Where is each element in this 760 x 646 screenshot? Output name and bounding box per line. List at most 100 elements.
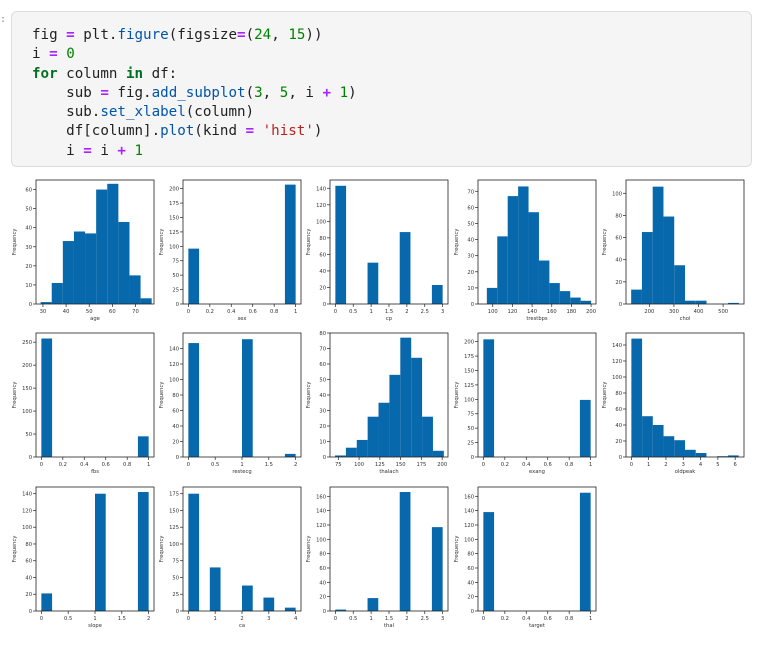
- histogram-bar: [378, 402, 390, 457]
- histogram-bar: [631, 338, 643, 457]
- y-tick-label: 20: [467, 270, 474, 276]
- x-tick-label: 0.6: [102, 462, 110, 468]
- y-axis-label: Frequency: [159, 229, 165, 256]
- histogram-bar: [549, 283, 560, 304]
- y-tick-label: 60: [25, 559, 32, 565]
- x-tick-label: 2: [405, 309, 408, 315]
- x-tick-label: 1.5: [265, 462, 273, 468]
- y-tick-label: 100: [169, 244, 179, 250]
- y-tick-label: 40: [615, 258, 622, 264]
- y-tick-label: 80: [615, 391, 622, 397]
- y-tick-label: 120: [22, 508, 32, 514]
- y-tick-label: 75: [172, 259, 179, 265]
- histogram-bar: [559, 291, 571, 304]
- histogram-bar: [652, 186, 664, 304]
- x-tick-label: 0: [482, 616, 485, 622]
- axes-frame: [329, 486, 449, 612]
- y-tick-label: 100: [316, 537, 326, 543]
- y-tick-label: 80: [172, 393, 179, 399]
- y-tick-label: 150: [464, 368, 474, 374]
- y-axis-label: Frequency: [306, 536, 312, 563]
- histogram-bar: [242, 339, 253, 457]
- y-tick-label: 40: [467, 238, 474, 244]
- histogram-exang: 0 25 50 75 100 125 150 175 200 0 0.2 0.4 0.6 0.8 1 exan…: [454, 332, 597, 475]
- histogram-bar: [507, 196, 519, 304]
- y-tick-label: 80: [467, 552, 474, 558]
- x-tick-label: 150: [396, 462, 406, 468]
- x-tick-label: 2.5: [421, 309, 429, 315]
- histogram-bar: [432, 450, 444, 457]
- y-tick-label: 0: [176, 609, 179, 615]
- y-axis-label: Frequency: [306, 382, 312, 409]
- histogram-bar: [674, 265, 685, 304]
- x-tick-label: 50: [86, 309, 93, 315]
- histogram-bar: [570, 297, 581, 304]
- histogram-bar: [41, 593, 53, 611]
- x-axis-label: age: [90, 316, 100, 322]
- y-tick-label: 50: [319, 378, 326, 384]
- histogram-bar: [209, 567, 221, 611]
- y-tick-label: 200: [464, 340, 474, 346]
- histogram-target: 0 20 40 60 80 100 120 140 160 0 0.2 0.4 0.6 0.8 1 targe…: [454, 486, 597, 629]
- x-tick-label: 0.8: [565, 616, 573, 622]
- y-tick-label: 20: [319, 595, 326, 601]
- x-axis-label: cp: [386, 316, 393, 322]
- x-tick-label: 30: [40, 309, 47, 315]
- histogram-bar: [140, 298, 152, 304]
- histogram-thal: 0 20 40 60 80 100 120 140 160 0 0.5 1 1.5 2 2.5 3 thal Fr…: [306, 486, 449, 629]
- x-tick-label: 0.2: [501, 616, 509, 622]
- y-tick-label: 250: [22, 340, 32, 346]
- x-tick-label: 300: [669, 309, 679, 315]
- y-tick-label: 60: [319, 566, 326, 572]
- x-tick-label: 175: [416, 462, 426, 468]
- y-tick-label: 10: [25, 283, 32, 289]
- y-tick-label: 80: [319, 236, 326, 242]
- y-axis-label: Frequency: [12, 229, 18, 256]
- histogram-bar: [579, 399, 591, 457]
- histogram-age: 0 10 20 30 40 50 60 30 40 50 60 70 age Frequency: [12, 179, 155, 322]
- y-tick-label: 60: [172, 409, 179, 415]
- histogram-bar: [695, 300, 707, 304]
- x-tick-label: 0: [334, 616, 337, 622]
- y-tick-label: 100: [169, 542, 179, 548]
- y-tick-label: 25: [467, 441, 474, 447]
- x-axis-label: restecg: [232, 469, 251, 475]
- y-tick-label: 60: [467, 205, 474, 211]
- y-tick-label: 40: [25, 575, 32, 581]
- y-axis-label: Frequency: [159, 382, 165, 409]
- x-axis-label: exang: [529, 469, 545, 475]
- histogram-slope: 0 20 40 60 80 100 120 140 0 0.5 1 1.5 2 slope Frequenc…: [12, 486, 155, 629]
- y-tick-label: 40: [467, 580, 474, 586]
- x-tick-label: 1: [214, 616, 217, 622]
- y-tick-label: 160: [464, 494, 474, 500]
- x-axis-label: thalach: [379, 469, 398, 475]
- y-tick-label: 30: [25, 245, 32, 251]
- y-tick-label: 140: [612, 343, 622, 349]
- histogram-bar: [580, 300, 592, 304]
- x-tick-label: 3: [441, 616, 444, 622]
- y-tick-label: 60: [25, 188, 32, 194]
- y-axis-label: Frequency: [12, 382, 18, 409]
- histogram-bar: [129, 275, 141, 304]
- x-tick-label: 70: [132, 309, 139, 315]
- x-tick-label: 0.6: [249, 309, 257, 315]
- histogram-sex: 0 25 50 75 100 125 150 175 200 0 0.2 0.4 0.6 0.8 1 sex F…: [159, 179, 302, 322]
- x-tick-label: 200: [586, 309, 596, 315]
- y-tick-label: 0: [323, 302, 326, 308]
- y-tick-label: 75: [172, 559, 179, 565]
- histogram-bar: [51, 283, 63, 304]
- y-tick-label: 50: [172, 273, 179, 279]
- y-tick-label: 20: [467, 595, 474, 601]
- x-tick-label: 200: [437, 462, 447, 468]
- y-tick-label: 0: [29, 302, 32, 308]
- histogram-bar: [389, 374, 401, 457]
- y-tick-label: 70: [319, 347, 326, 353]
- y-tick-label: 125: [169, 525, 179, 531]
- histogram-bar: [486, 287, 498, 304]
- y-tick-label: 50: [467, 221, 474, 227]
- histogram-bar: [483, 339, 495, 457]
- histogram-bar: [73, 231, 86, 304]
- x-tick-label: 125: [375, 462, 385, 468]
- x-tick-label: 75: [335, 462, 342, 468]
- histogram-bar: [137, 436, 149, 457]
